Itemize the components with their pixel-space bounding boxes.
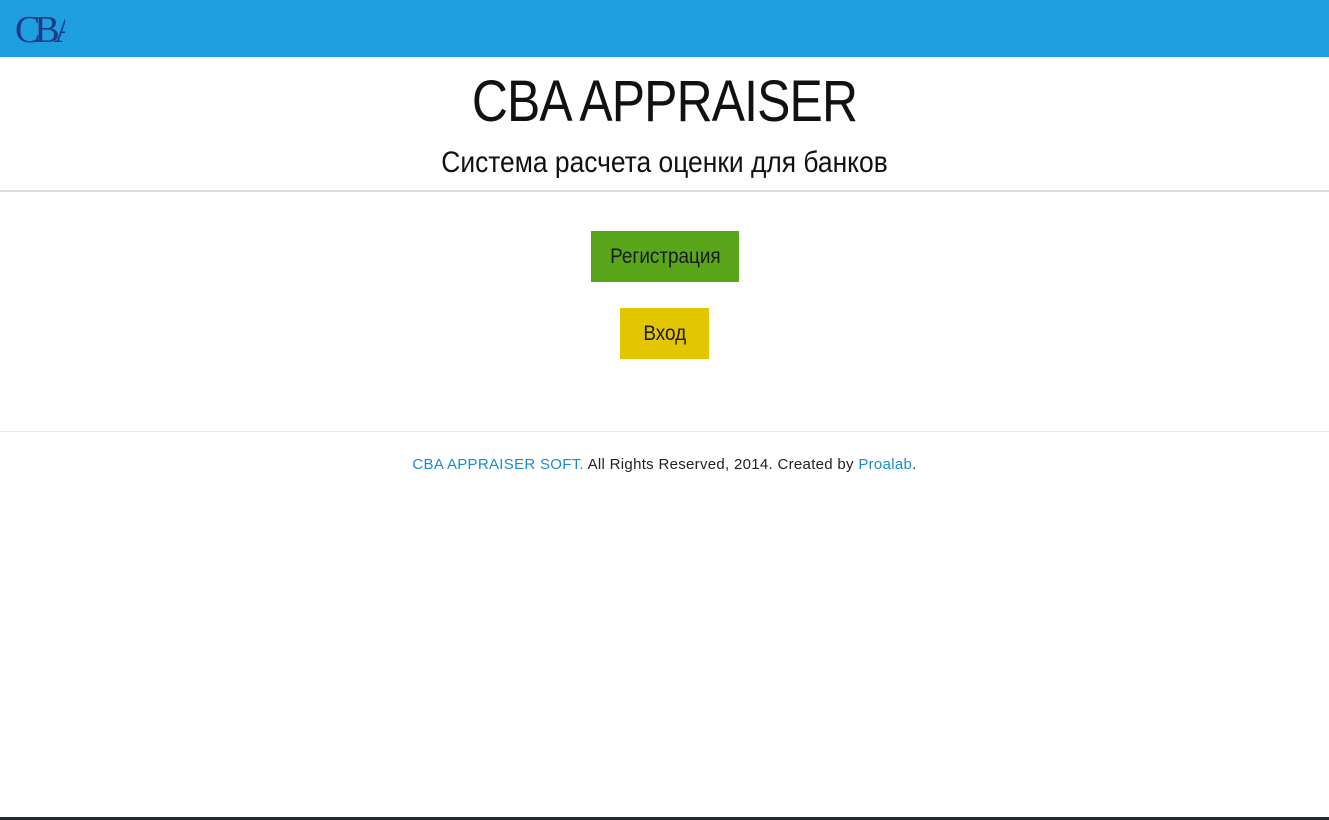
login-button-label: Вход [643,321,686,345]
hero-section: CBA APPRAISER Система расчета оценки для… [0,57,1329,192]
footer-divider [0,431,1329,432]
cba-logo-icon[interactable]: CBA [15,6,65,50]
register-button-label: Регистрация [609,244,721,268]
footer-creator-link[interactable]: Proalab [858,456,912,473]
page-subtitle: Система расчета оценки для банков [441,146,888,179]
footer-end-punct: . [912,456,917,473]
svg-text:CBA: CBA [15,9,65,50]
register-button[interactable]: Регистрация [591,231,739,282]
top-navbar: CBA [0,0,1329,57]
footer-rights-text: All Rights Reserved, 2014. Created by [583,456,859,473]
footer-brand-link[interactable]: CBA APPRAISER SOFT. [412,456,584,473]
page-title: CBA APPRAISER [471,69,858,134]
login-button[interactable]: Вход [620,308,709,359]
footer: CBA APPRAISER SOFT. All Rights Reserved,… [0,455,1329,475]
